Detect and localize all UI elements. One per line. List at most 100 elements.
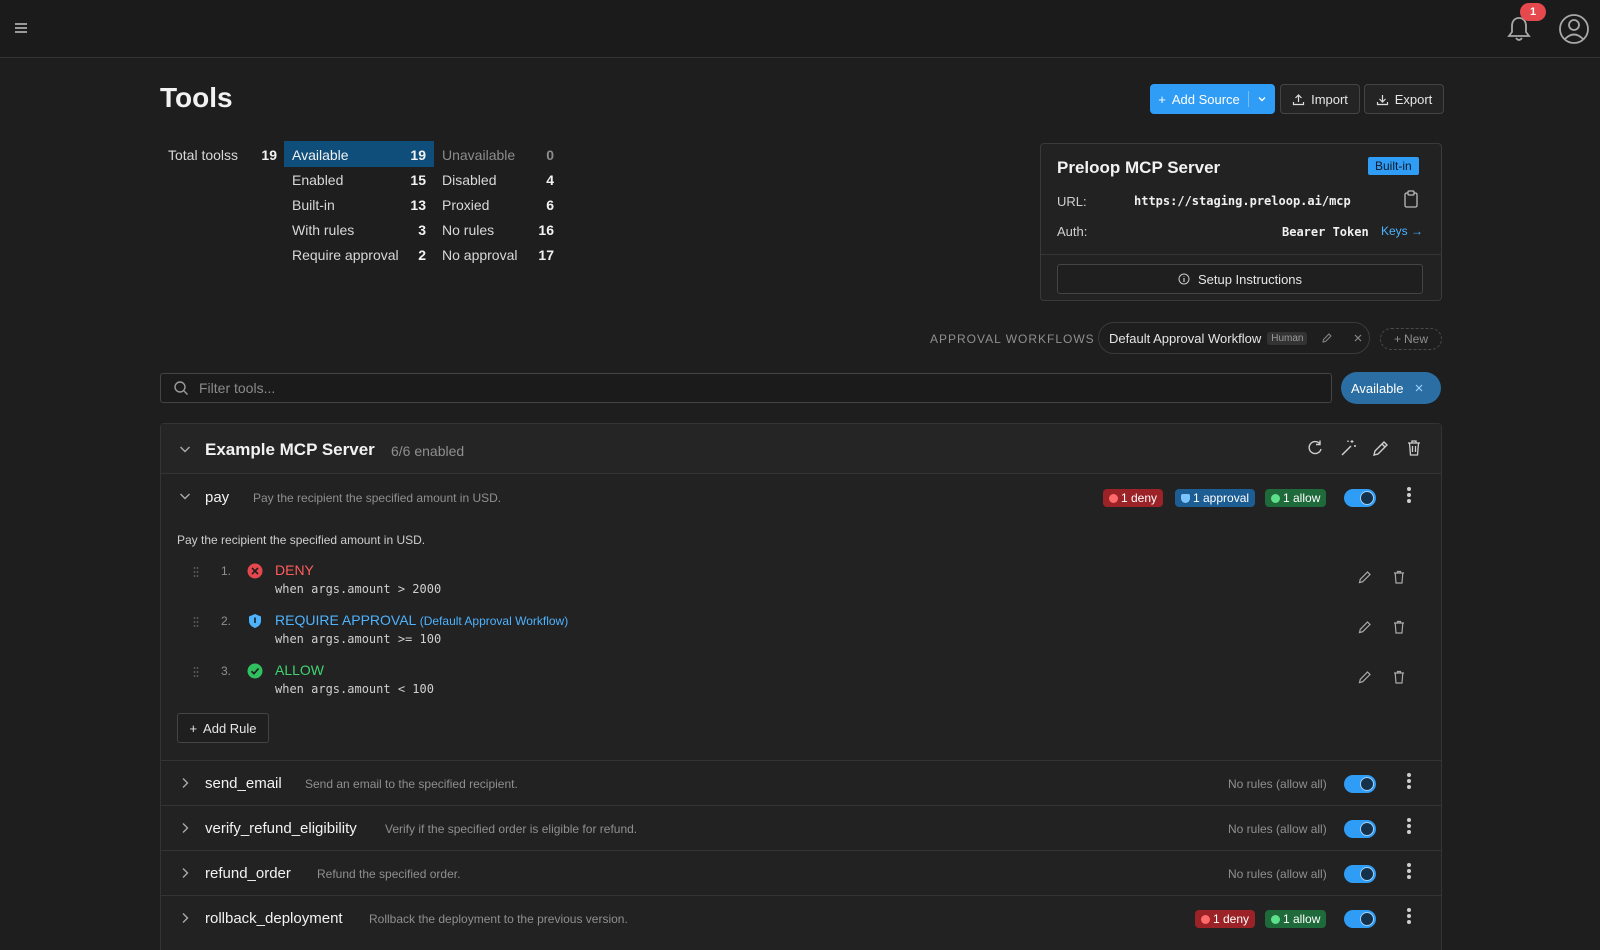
add-rule-button[interactable]: + Add Rule [177, 713, 269, 743]
tool-toggle[interactable] [1344, 489, 1376, 507]
stat-available-value: 19 [410, 147, 426, 163]
chevron-down-icon[interactable] [179, 490, 191, 502]
workflow-chip[interactable]: Default Approval Workflow Human [1098, 322, 1370, 354]
plus-icon: + [1393, 332, 1401, 346]
chevron-down-icon[interactable] [179, 443, 191, 455]
pencil-icon[interactable] [1371, 438, 1391, 458]
pencil-icon[interactable] [1357, 669, 1373, 685]
auth-label: Auth: [1057, 224, 1088, 239]
download-icon [1376, 94, 1388, 105]
tool-desc: Refund the specified order. [317, 867, 461, 881]
tool-desc: Rollback the deployment to the previous … [369, 912, 628, 926]
keys-link[interactable]: Keys → [1381, 224, 1423, 238]
top-bar: 1 [0, 0, 1600, 58]
allow-badge: 1 allow [1265, 489, 1327, 507]
tool-row-refund-order[interactable]: refund_order Refund the specified order.… [161, 851, 1441, 895]
shield-icon [1181, 493, 1190, 503]
magic-wand-icon[interactable] [1338, 438, 1358, 458]
server-group-title: Example MCP Server [205, 440, 375, 459]
rule-action: DENY [275, 562, 314, 578]
rule-condition: when args.amount >= 100 [275, 632, 442, 646]
trash-icon[interactable] [1391, 619, 1407, 635]
stat-noapproval-label[interactable]: No approval [442, 247, 518, 263]
available-filter-chip[interactable]: Available [1341, 372, 1441, 404]
new-workflow-button[interactable]: + New [1380, 328, 1442, 350]
more-icon[interactable] [1407, 908, 1411, 924]
stat-unavailable-label[interactable]: Unavailable [442, 147, 515, 163]
trash-icon[interactable] [1391, 569, 1407, 585]
deny-badge: 1 deny [1195, 910, 1256, 928]
auth-value: Bearer Token [1282, 225, 1369, 239]
server-group-count: 6/6 enabled [391, 443, 465, 459]
more-icon[interactable] [1407, 863, 1411, 879]
tool-row-rollback-deployment[interactable]: rollback_deployment Rollback the deploym… [161, 896, 1441, 940]
import-button[interactable]: Import [1280, 84, 1360, 114]
stat-builtin-value: 13 [410, 197, 426, 213]
drag-handle-icon[interactable] [193, 616, 199, 628]
setup-instructions-button[interactable]: Setup Instructions [1057, 264, 1423, 294]
tool-row-send-email[interactable]: send_email Send an email to the specifie… [161, 761, 1441, 805]
close-icon[interactable] [1353, 333, 1363, 343]
tool-toggle[interactable] [1344, 910, 1376, 928]
tool-name: refund_order [205, 865, 291, 882]
stat-enabled-label[interactable]: Enabled [292, 172, 343, 188]
rule-number: 3. [221, 664, 232, 678]
stat-disabled-label[interactable]: Disabled [442, 172, 496, 188]
add-source-button[interactable]: + Add Source [1150, 84, 1275, 114]
tool-toggle[interactable] [1344, 865, 1376, 883]
deny-icon [1201, 914, 1210, 924]
export-button[interactable]: Export [1364, 84, 1444, 114]
stat-norules-value: 16 [538, 222, 554, 238]
chevron-right-icon[interactable] [179, 822, 191, 834]
stat-unavailable-value: 0 [546, 147, 554, 163]
chevron-right-icon[interactable] [179, 912, 191, 924]
tool-detail-description: Pay the recipient the specified amount i… [177, 533, 426, 547]
rule-row: 1. DENY when args.amount > 2000 [161, 556, 1441, 600]
drag-handle-icon[interactable] [193, 566, 199, 578]
pencil-icon[interactable] [1357, 569, 1373, 585]
refresh-icon[interactable] [1305, 438, 1325, 458]
approval-workflows-label: APPROVAL WORKFLOWS [930, 332, 1095, 346]
close-icon[interactable] [1414, 383, 1424, 393]
page-title: Tools [160, 82, 233, 113]
chevron-down-icon[interactable] [1257, 94, 1267, 104]
stat-proxied-label[interactable]: Proxied [442, 197, 489, 213]
server-group-header[interactable]: Example MCP Server 6/6 enabled [161, 424, 1441, 474]
tool-toggle[interactable] [1344, 820, 1376, 838]
more-icon[interactable] [1407, 487, 1411, 503]
rule-workflow-link[interactable]: (Default Approval Workflow) [420, 614, 569, 628]
stat-norules-label[interactable]: No rules [442, 222, 494, 238]
menu-icon[interactable] [15, 23, 27, 33]
tool-toggle[interactable] [1344, 775, 1376, 793]
stat-total-label: Total toolss [168, 147, 239, 163]
url-label: URL: [1057, 194, 1087, 209]
tool-row-verify-refund-eligibility[interactable]: verify_refund_eligibility Verify if the … [161, 806, 1441, 850]
stat-available-label[interactable]: Available [292, 147, 349, 163]
avatar-icon[interactable] [1558, 13, 1590, 45]
tool-row-pay[interactable]: pay Pay the recipient the specified amou… [161, 474, 1441, 516]
chevron-right-icon[interactable] [179, 777, 191, 789]
more-icon[interactable] [1407, 773, 1411, 789]
approval-badge: 1 approval [1175, 489, 1256, 507]
drag-handle-icon[interactable] [193, 666, 199, 678]
trash-icon[interactable] [1404, 438, 1424, 458]
plus-icon: + [189, 720, 198, 736]
stat-requireapproval-value: 2 [418, 247, 426, 263]
tool-name: rollback_deployment [205, 910, 343, 927]
info-icon [1178, 273, 1190, 285]
url-value[interactable]: https://staging.preloop.ai/mcp [1134, 194, 1351, 208]
deny-icon [247, 563, 263, 579]
rules-status: No rules (allow all) [1228, 777, 1327, 791]
pencil-icon[interactable] [1357, 619, 1373, 635]
trash-icon[interactable] [1391, 669, 1407, 685]
more-icon[interactable] [1407, 818, 1411, 834]
tool-desc: Pay the recipient the specified amount i… [253, 491, 502, 505]
chevron-right-icon[interactable] [179, 867, 191, 879]
stat-builtin-label[interactable]: Built-in [292, 197, 335, 213]
filter-input[interactable] [199, 380, 1299, 396]
server-card-title: Preloop MCP Server [1057, 158, 1221, 177]
clipboard-icon[interactable] [1403, 190, 1419, 208]
stat-proxied-value: 6 [546, 197, 554, 213]
pencil-icon[interactable] [1321, 332, 1333, 344]
stat-withrules-label[interactable]: With rules [292, 222, 354, 238]
